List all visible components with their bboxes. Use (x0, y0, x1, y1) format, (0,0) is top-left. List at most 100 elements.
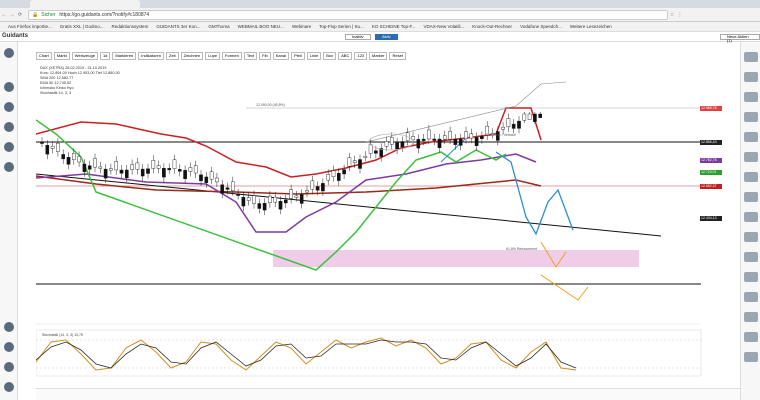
bookmark-item[interactable]: Weitere Lesezeichen (570, 24, 612, 29)
user-avatar-icon[interactable] (4, 48, 14, 58)
candle-body (114, 161, 118, 171)
chart-icon[interactable] (4, 162, 14, 172)
browser-tab[interactable] (30, 0, 140, 8)
folder-icon[interactable] (4, 342, 14, 352)
bookmark-item[interactable]: Vodafone Speedch... (520, 24, 562, 29)
candle-body (109, 168, 113, 171)
bookmark-item[interactable]: Gratis XXL | Godmo... (60, 24, 104, 29)
toggle-inactive[interactable]: Inaktiv (345, 34, 371, 40)
candle-body (448, 131, 452, 140)
candle-body (193, 165, 198, 174)
star-icon[interactable]: ☆ (668, 12, 676, 18)
bookmark-item[interactable]: GUIDANTS 3er Kon... (156, 24, 200, 29)
candle-body (50, 145, 55, 149)
price-tag: 12.988,78 (700, 106, 722, 111)
bookmark-item[interactable]: GMThoma (208, 24, 229, 29)
bookmark-item[interactable]: Knock-Out-Rechner (472, 24, 512, 29)
candle-body (474, 137, 479, 146)
avatar[interactable] (744, 332, 758, 342)
bell-icon[interactable] (4, 142, 14, 152)
bookmark-item[interactable]: Aus Firefox importie... (8, 24, 52, 29)
avatar[interactable] (744, 132, 758, 142)
gear-icon[interactable] (4, 102, 14, 112)
candle-body (278, 200, 283, 210)
price-chart[interactable]: 12.090,00 (45,8%) 61,8% Retracement Sell… (36, 42, 740, 400)
candle-body (363, 155, 368, 158)
avatar[interactable] (744, 92, 758, 102)
candle-body (188, 167, 193, 172)
candle-body (162, 168, 166, 178)
folder-icon[interactable] (4, 362, 14, 372)
avatar[interactable] (744, 352, 758, 362)
candle-body (527, 113, 532, 120)
annotation-text: 12.090,00 (45,8%) (256, 103, 285, 107)
avatar[interactable] (744, 312, 758, 322)
avatar[interactable] (744, 152, 758, 162)
avatar[interactable] (744, 232, 758, 242)
candle-body (77, 156, 81, 163)
menu-icon[interactable]: ⋮ (676, 12, 684, 18)
candle-body (458, 138, 463, 146)
folder-icon[interactable] (4, 382, 14, 392)
avatar[interactable] (744, 72, 758, 82)
candle-body (342, 169, 346, 175)
avatar[interactable] (744, 212, 758, 222)
candle-body (262, 203, 267, 211)
stochastic-k-line (36, 337, 577, 371)
plus-icon[interactable] (4, 322, 14, 332)
candle-body (209, 171, 214, 180)
back-icon[interactable]: ← (0, 12, 8, 18)
candle-body (268, 195, 272, 204)
candle-body (517, 120, 521, 129)
price-tag: 12.434,13 (700, 216, 722, 221)
candle-body (427, 129, 431, 140)
candle-body (124, 169, 129, 179)
candle-body (167, 168, 172, 171)
candle-body (119, 169, 124, 174)
candle-body (199, 174, 203, 182)
avatar[interactable] (744, 192, 758, 202)
guidants-logo: Guidants (2, 33, 29, 39)
candle-body (183, 170, 187, 179)
candle-body (172, 159, 177, 169)
candle-body (469, 133, 474, 139)
news-button[interactable]: Neue Aktien (1) (720, 34, 760, 43)
candle-body (215, 177, 219, 183)
candle-body (283, 199, 288, 204)
avatar[interactable] (744, 272, 758, 282)
candle-body (464, 131, 468, 139)
avatar[interactable] (744, 112, 758, 122)
eye-icon[interactable] (4, 122, 14, 132)
avatar[interactable] (744, 292, 758, 302)
avatar[interactable] (744, 252, 758, 262)
url-text: https://go.guidants.com/?notify#c180874 (59, 11, 150, 18)
stochastic-label: Stochastik (14, 3, 3) 13,75 (42, 333, 83, 337)
avatar[interactable] (744, 172, 758, 182)
candle-body (177, 169, 182, 172)
candle-body (72, 153, 76, 160)
bookmark-item[interactable]: Redaktionssystem (112, 24, 149, 29)
annotation-text: 61,8% Retracement (506, 247, 537, 251)
reload-icon[interactable]: ⟳ (16, 12, 24, 18)
stochastic-panel (36, 329, 702, 377)
app-header: Guidants Inaktiv Aktiv Neue Aktien (1) (0, 32, 760, 43)
candle-body (453, 138, 458, 145)
candle-body (395, 142, 399, 150)
avatar[interactable] (744, 52, 758, 62)
bookmark-item[interactable]: KO SCHEINE Top-F... (372, 24, 416, 29)
security-label: Sicher (41, 11, 56, 18)
url-field[interactable]: 🔒 Sicher https://go.guidants.com/?notify… (28, 9, 668, 20)
bookmark-item[interactable]: Webinare (292, 24, 311, 29)
bookmark-item[interactable]: Top-Flop Serien | Su... (319, 24, 364, 29)
candle-body (82, 163, 87, 172)
candle-body (61, 154, 66, 160)
candle-body (326, 174, 331, 181)
forward-icon[interactable]: → (8, 12, 16, 18)
candle-body (135, 162, 140, 170)
candle-body (522, 113, 527, 121)
bookmark-item[interactable]: VDAX-New Volatili... (424, 24, 465, 29)
star-icon[interactable] (4, 82, 14, 92)
bookmark-item[interactable]: WEBMAIL BOO NEU... (238, 24, 284, 29)
candle-body (294, 195, 299, 198)
toggle-active[interactable]: Aktiv (375, 34, 398, 40)
